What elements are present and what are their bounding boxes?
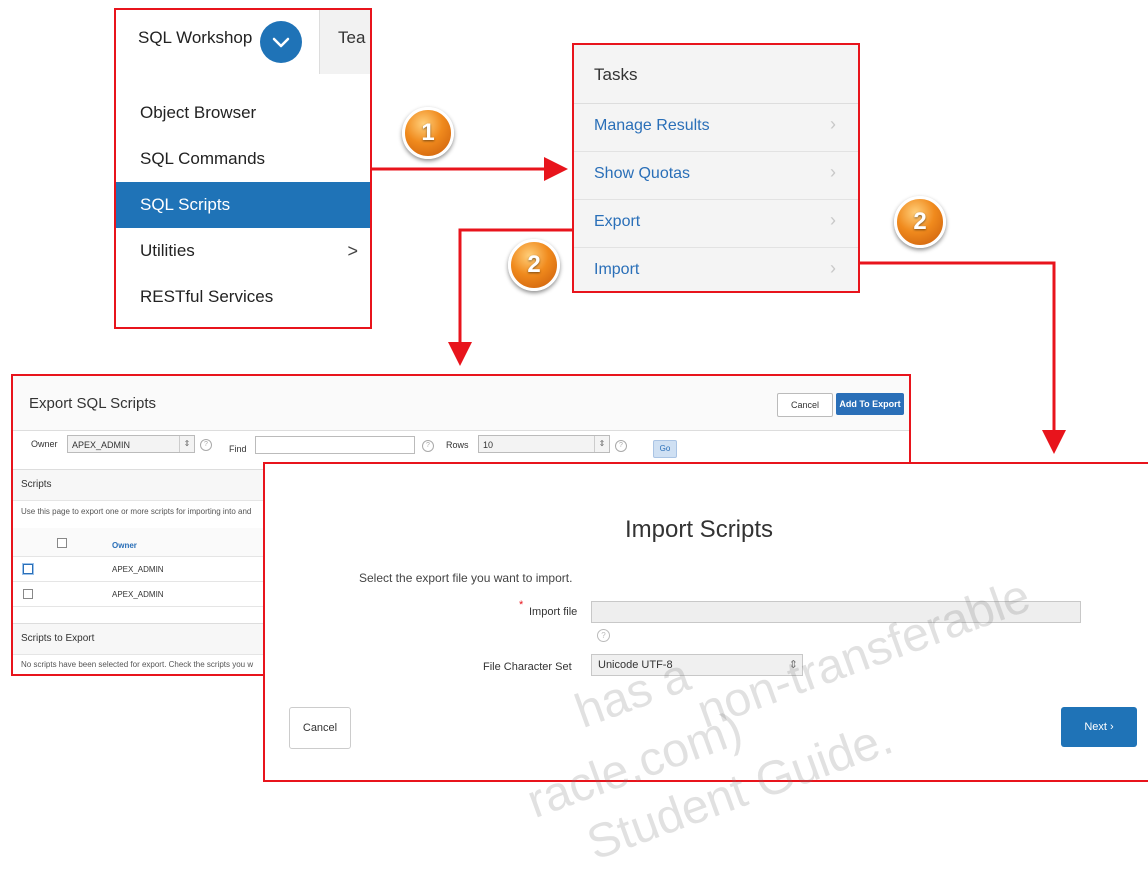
step-badge-2: 2 <box>508 239 560 291</box>
arrow-import-to-panel <box>860 261 1066 454</box>
step-badge-1: 1 <box>402 107 454 159</box>
connector-arrows <box>372 157 1066 454</box>
step-badge-2: 2 <box>894 196 946 248</box>
